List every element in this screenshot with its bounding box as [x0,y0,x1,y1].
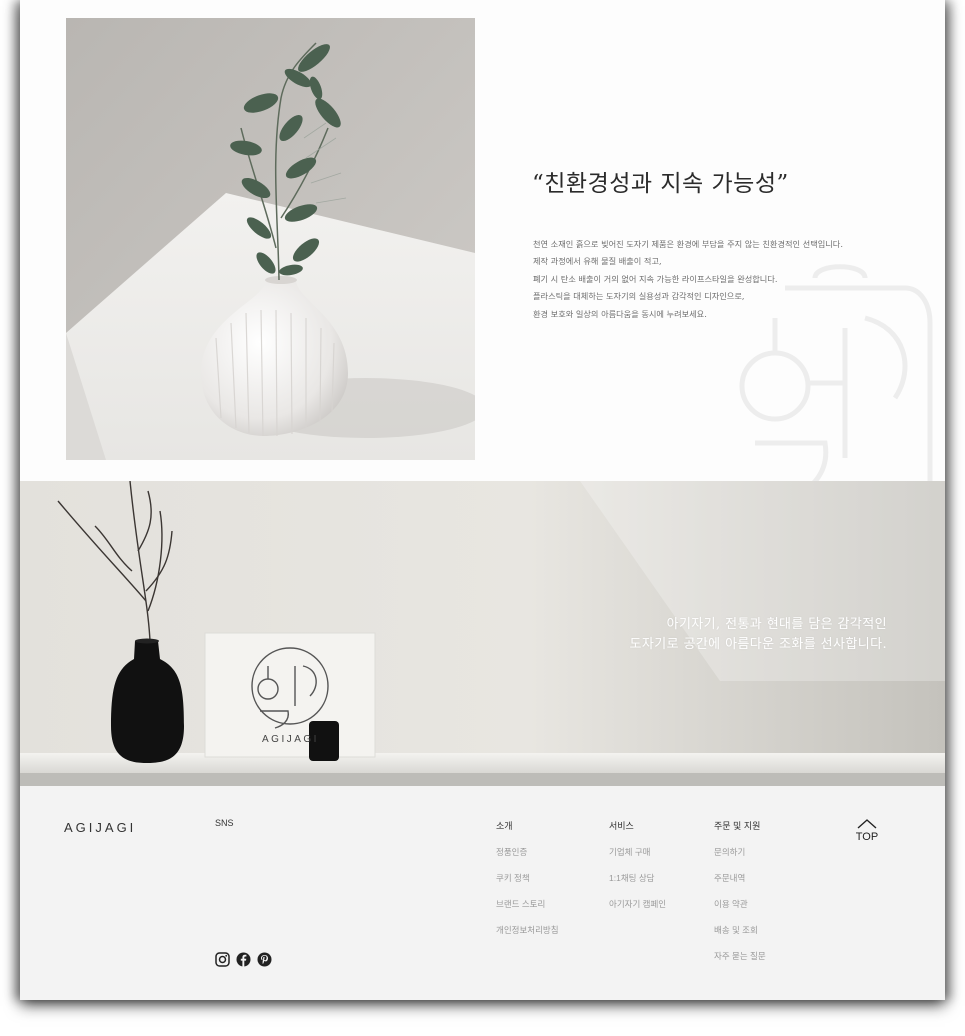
footer-column-service: 서비스 기업체 구매 1:1채팅 상담 아기자기 캠페인 [609,819,666,925]
chevron-up-icon [857,819,877,829]
facebook-icon[interactable] [236,952,251,967]
eco-section: “친환경성과 지속 가능성” 천연 소재인 흙으로 빚어진 도자기 제품은 환경… [20,0,945,481]
column-title: 주문 및 지원 [714,821,761,831]
sns-icon-group [215,952,272,967]
scroll-top-button[interactable]: TOP [853,818,881,843]
footer-link[interactable]: 개인정보처리방침 [496,925,559,951]
footer-link[interactable]: 기업체 구매 [609,847,666,873]
page-frame: “친환경성과 지속 가능성” 천연 소재인 흙으로 빚어진 도자기 제품은 환경… [20,0,945,1000]
hero-tagline-line2: 도자기로 공간에 아름다운 조화를 선사합니다. [629,637,887,652]
footer-link[interactable]: 1:1채팅 상담 [609,873,666,899]
sns-label: SNS [215,818,234,828]
footer-link[interactable]: 정품인증 [496,847,559,873]
instagram-icon[interactable] [215,952,230,967]
hero-tagline: 아기자기, 전통과 현대를 담은 감각적인 도자기로 공간에 아름다운 조화를 … [629,615,887,655]
footer-logo[interactable]: AGIJAGI [64,820,136,835]
vase-plant-photo [66,18,475,460]
pinterest-icon[interactable] [257,952,272,967]
footer-link[interactable]: 쿠키 정책 [496,873,559,899]
footer-link[interactable]: 브랜드 스토리 [496,899,559,925]
brand-hero-section: AGIJAGI 아기자기, 전통과 현대를 담은 감각적인 도자기로 공간에 아… [20,481,945,786]
footer-link[interactable]: 주문내역 [714,873,766,899]
footer-link[interactable]: 아기자기 캠페인 [609,899,666,925]
footer-link[interactable]: 배송 및 조회 [714,925,766,951]
brand-watermark-icon [715,258,945,481]
footer-column-support: 주문 및 지원 문의하기 주문내역 이용 약관 배송 및 조회 자주 묻는 질문 [714,819,766,977]
footer-link[interactable]: 문의하기 [714,847,766,873]
column-title: 서비스 [609,821,634,831]
section-quote: “친환경성과 지속 가능성” [532,171,789,197]
sign-brand-label: AGIJAGI [262,734,319,745]
footer-column-about: 소개 정품인증 쿠키 정책 브랜드 스토리 개인정보처리방침 [496,819,559,951]
top-label: TOP [855,831,879,843]
footer: AGIJAGI SNS 소개 정품인증 쿠키 정책 브랜드 스토리 개인정보처리… [20,786,945,1000]
footer-link[interactable]: 이용 약관 [714,899,766,925]
footer-link[interactable]: 자주 묻는 질문 [714,951,766,977]
description-line: 천연 소재인 흙으로 빚어진 도자기 제품은 환경에 부담을 주지 않는 친환경… [533,239,843,249]
column-title: 소개 [496,821,513,831]
hero-tagline-line1: 아기자기, 전통과 현대를 담은 감각적인 [666,617,887,632]
